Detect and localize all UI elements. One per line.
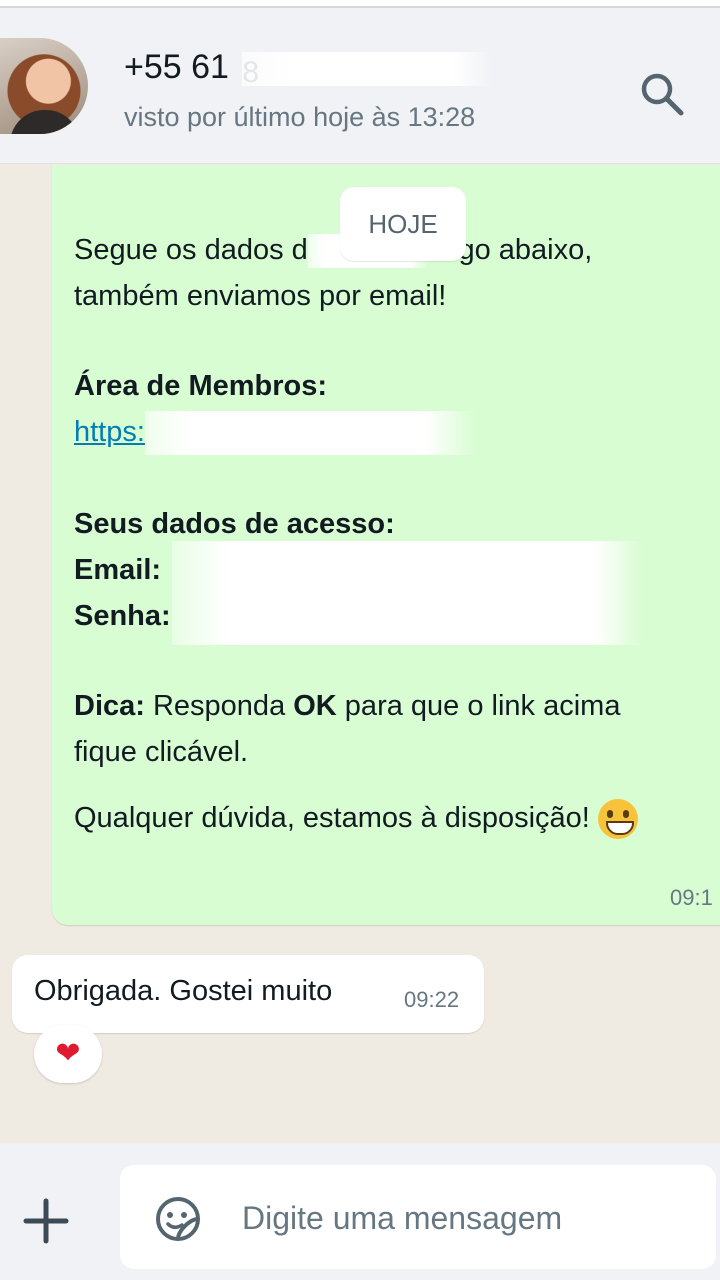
email-line: Email:: [74, 547, 161, 593]
message-text: Qualquer dúvida, estamos à disposição!: [74, 802, 590, 834]
plus-icon[interactable]: [18, 1193, 74, 1249]
tip-line: Dica: Responda OK para que o link acima: [74, 683, 620, 729]
members-area-label: Área de Membros:: [74, 370, 328, 402]
window-top-border: [0, 0, 720, 8]
message-line: também enviamos por email!: [74, 280, 447, 312]
chat-header[interactable]: +55 61 8 visto por último hoje às 13:28: [0, 8, 720, 164]
message-time: 09:22: [404, 987, 460, 1012]
contact-name[interactable]: +55 61 8: [124, 48, 493, 89]
message-text: para que o link acima: [336, 690, 621, 722]
message-text: Obrigada. Gostei muito: [34, 975, 333, 1007]
contact-avatar[interactable]: [0, 38, 88, 134]
message-line: fique clicável.: [74, 736, 249, 768]
sticker-icon[interactable]: [150, 1191, 206, 1247]
grinning-face-icon: [597, 799, 638, 840]
members-link[interactable]: https:: [74, 416, 145, 448]
tip-label: Dica:: [74, 690, 145, 722]
reaction-emoji: ❤: [55, 1037, 81, 1070]
password-label: Senha:: [74, 600, 171, 632]
closing-line: Qualquer dúvida, estamos à disposição!: [74, 795, 638, 841]
heart-reaction-icon[interactable]: ❤: [34, 1025, 102, 1083]
chat-area[interactable]: Segue os dados d logo abaixo, também env…: [0, 165, 720, 1143]
incoming-message[interactable]: Obrigada. Gostei muito 09:22: [12, 955, 484, 1033]
date-divider: HOJE: [340, 187, 466, 261]
redacted-number: 8: [242, 52, 493, 89]
message-text: Responda: [144, 690, 294, 722]
message-line: Segue os dados d logo abaixo,: [74, 227, 592, 273]
last-seen-status: visto por último hoje às 13:28: [124, 102, 476, 132]
composer-bar: [0, 1143, 720, 1280]
message-time: 09:1: [670, 885, 713, 910]
password-line: Senha:: [74, 593, 171, 639]
redacted-link: [144, 411, 475, 456]
email-label: Email:: [74, 554, 162, 586]
ok-keyword: OK: [293, 690, 337, 722]
redacted-credentials: [172, 541, 642, 645]
message-text: Segue os dados d: [74, 234, 308, 266]
contact-number: +55 61: [124, 48, 229, 86]
search-icon[interactable]: [636, 68, 688, 120]
members-link-line: https:: [74, 409, 475, 456]
message-input[interactable]: [242, 1195, 692, 1241]
outgoing-message[interactable]: Segue os dados d logo abaixo, também env…: [52, 165, 720, 925]
message-input-box[interactable]: [120, 1165, 716, 1269]
